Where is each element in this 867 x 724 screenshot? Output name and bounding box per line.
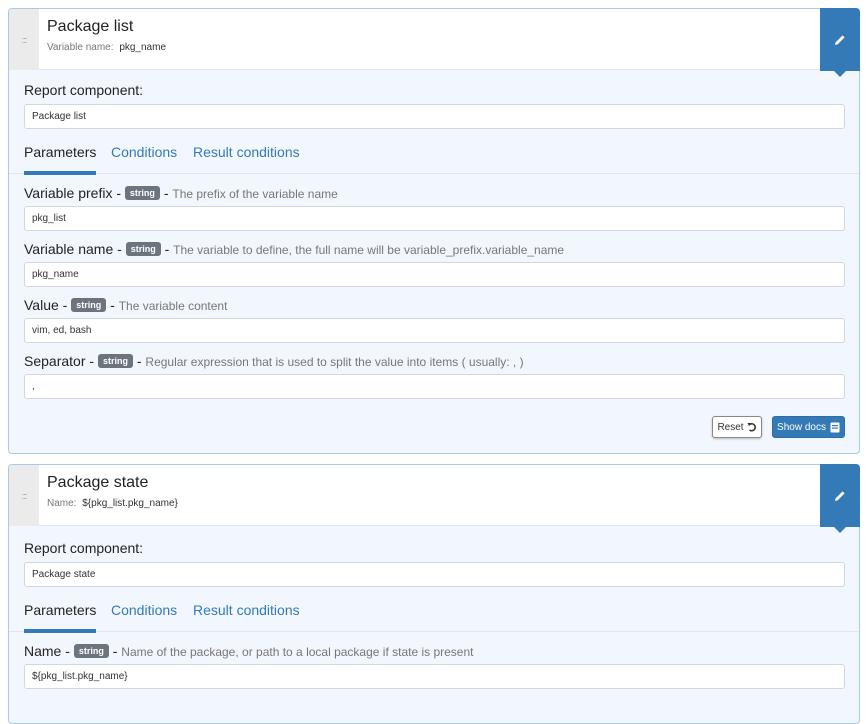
param-description: Name of the package, or path to a local … — [121, 645, 474, 659]
component-card-package-list: ::: Package list Variable name: pkg_name… — [8, 8, 860, 454]
param-name: Name — [24, 643, 62, 659]
tab-conditions[interactable]: Conditions — [111, 602, 177, 632]
pencil-icon — [835, 34, 845, 45]
card-header[interactable]: ::: Package state Name: ${pkg_list.pkg_n… — [9, 464, 860, 533]
report-component-label: Report component: — [24, 540, 144, 556]
separator-input[interactable]: , — [24, 374, 845, 399]
component-title: Package state — [47, 474, 149, 491]
subtitle-value: ${pkg_list.pkg_name} — [82, 498, 178, 509]
type-badge: string — [124, 186, 160, 200]
show-docs-label: Show docs — [777, 421, 826, 433]
type-badge: string — [71, 298, 107, 312]
dash: - — [136, 353, 142, 369]
tab-bar: Parameters Conditions Result conditions — [9, 144, 859, 175]
report-component-label: Report component: — [24, 82, 144, 98]
param-description: The prefix of the variable name — [172, 187, 338, 201]
variable-name-input[interactable]: pkg_name — [24, 262, 845, 287]
type-badge: string — [125, 242, 161, 256]
param-label: Value - string - The variable content — [24, 297, 227, 313]
tab-bar: Parameters Conditions Result conditions — [9, 602, 859, 633]
param-name: Variable prefix — [24, 185, 113, 201]
component-title: Package list — [47, 18, 134, 35]
reset-button[interactable]: Reset — [712, 416, 762, 438]
param-name: Value — [24, 297, 59, 313]
param-name: Separator — [24, 353, 86, 369]
component-subtitle: Name: ${pkg_list.pkg_name} — [47, 498, 178, 509]
tab-conditions[interactable]: Conditions — [111, 144, 177, 174]
tab-parameters[interactable]: Parameters — [24, 602, 97, 633]
book-icon — [830, 422, 840, 432]
subtitle-label: Variable name: — [47, 42, 114, 53]
variable-prefix-input[interactable]: pkg_list — [24, 206, 845, 231]
component-subtitle: Variable name: pkg_name — [47, 42, 166, 53]
param-description: The variable to define, the full name wi… — [173, 243, 565, 257]
tab-result-conditions[interactable]: Result conditions — [193, 144, 300, 174]
report-component-input[interactable]: Package state — [24, 562, 845, 587]
drag-handle-icon[interactable]: ::: — [9, 465, 39, 526]
value-input[interactable]: vim, ed, bash — [24, 318, 845, 343]
param-label: Variable name - string - The variable to… — [24, 241, 564, 257]
component-card-package-state: ::: Package state Name: ${pkg_list.pkg_n… — [8, 464, 860, 724]
package-name-input[interactable]: ${pkg_list.pkg_name} — [24, 664, 845, 689]
show-docs-button[interactable]: Show docs — [772, 416, 845, 438]
param-label: Name - string - Name of the package, or … — [24, 643, 474, 659]
param-description: The variable content — [118, 299, 228, 313]
dash: - — [62, 297, 68, 313]
drag-handle-icon[interactable]: ::: — [9, 9, 39, 70]
dash: - — [116, 185, 122, 201]
dash: - — [89, 353, 95, 369]
card-header[interactable]: ::: Package list Variable name: pkg_name — [9, 8, 860, 77]
tab-parameters[interactable]: Parameters — [24, 144, 97, 175]
edit-button[interactable] — [820, 8, 860, 77]
subtitle-label: Name: — [47, 498, 77, 509]
type-badge: string — [73, 644, 109, 658]
subtitle-value: pkg_name — [119, 42, 167, 53]
dash: - — [117, 241, 122, 257]
param-label: Separator - string - Regular expression … — [24, 353, 524, 369]
param-label: Variable prefix - string - The prefix of… — [24, 185, 338, 201]
dash: - — [65, 643, 70, 659]
param-description: Regular expression that is used to split… — [145, 355, 524, 369]
undo-icon — [747, 422, 756, 432]
edit-button[interactable] — [820, 464, 860, 533]
reset-label: Reset — [717, 421, 744, 433]
tab-result-conditions[interactable]: Result conditions — [193, 602, 300, 632]
report-component-input[interactable]: Package list — [24, 104, 845, 129]
dash: - — [164, 241, 170, 257]
dash: - — [163, 185, 169, 201]
pencil-icon — [835, 490, 845, 501]
dash: - — [110, 297, 115, 313]
dash: - — [112, 643, 118, 659]
type-badge: string — [97, 354, 133, 368]
param-name: Variable name — [24, 241, 114, 257]
